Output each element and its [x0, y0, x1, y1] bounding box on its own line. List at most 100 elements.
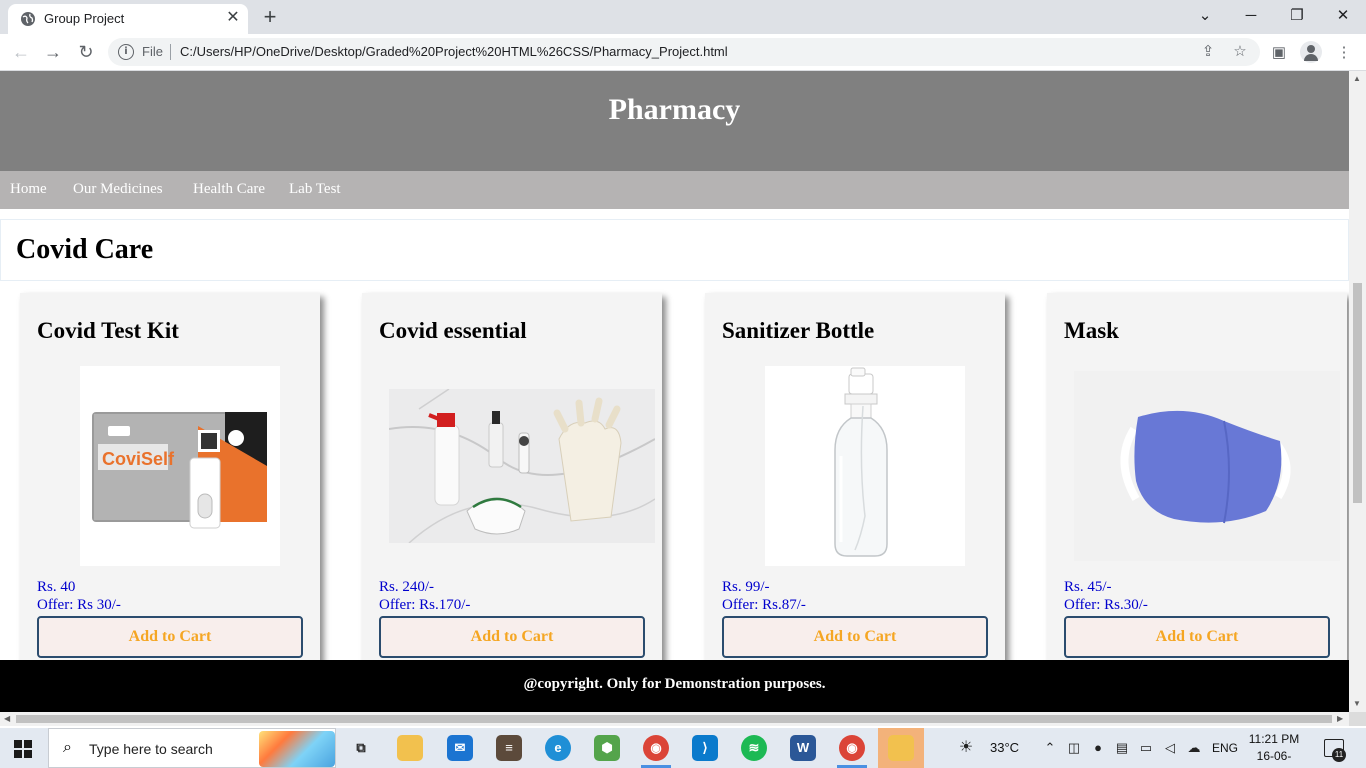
scroll-down-icon[interactable]: ▼	[1353, 699, 1361, 708]
chrome-window-icon[interactable]: ◉	[839, 735, 865, 761]
url-text[interactable]: C:/Users/HP/OneDrive/Desktop/Graded%20Pr…	[180, 44, 728, 59]
reload-icon[interactable]: ↻	[74, 41, 98, 63]
photos-icon[interactable]	[888, 735, 914, 761]
vertical-scrollbar[interactable]: ▲ ▼	[1349, 71, 1366, 712]
footer-text: @copyright. Only for Demonstration purpo…	[523, 676, 826, 692]
mail-icon[interactable]: ✉	[447, 735, 473, 761]
network-icon[interactable]: ▤	[1114, 740, 1130, 756]
browser-toolbar: ← → ↻ i File C:/Users/HP/OneDrive/Deskto…	[0, 34, 1366, 71]
minimize-icon[interactable]: ─	[1239, 5, 1263, 27]
site-title: Pharmacy	[608, 93, 741, 126]
product-offer: Offer: Rs.87/-	[722, 597, 806, 613]
search-icon: ⌕	[63, 739, 72, 756]
product-price: Rs. 40	[37, 579, 76, 595]
product-name: Covid Test Kit	[37, 318, 179, 343]
product-card: Covid Test Kit CoviSelf Rs. 40 Offer: Rs…	[20, 293, 320, 673]
site-footer: @copyright. Only for Demonstration purpo…	[0, 660, 1349, 712]
product-price: Rs. 240/-	[379, 579, 435, 595]
url-scheme-label: File	[142, 44, 163, 59]
page-viewport: Pharmacy Home Our Medicines Health Care …	[0, 71, 1349, 712]
product-offer: Offer: Rs 30/-	[37, 597, 121, 613]
product-card: Sanitizer Bottle Rs. 99/- Offer: Rs.87/-…	[705, 293, 1005, 673]
archive-app-icon[interactable]: ≡	[496, 735, 522, 761]
address-bar[interactable]: i File C:/Users/HP/OneDrive/Desktop/Grad…	[108, 38, 1260, 66]
more-menu-icon[interactable]: ⋮	[1333, 42, 1355, 64]
url-separator	[170, 44, 171, 60]
horizontal-scrollbar[interactable]: ◀ ▶	[0, 712, 1349, 726]
weather-icon[interactable]: ☀	[958, 740, 974, 756]
share-icon[interactable]: ⇪	[1198, 42, 1218, 62]
info-icon[interactable]: i	[118, 44, 134, 60]
mask-image	[1074, 371, 1340, 561]
microphone-icon[interactable]: ●	[1090, 740, 1106, 756]
globe-icon	[21, 12, 35, 26]
product-name: Covid essential	[379, 318, 527, 343]
taskbar: ⌕ Type here to search ⧉ ✉ ≡ e ⬢ ◉ ⟩ ≋ W …	[0, 728, 1366, 768]
forward-arrow-icon[interactable]: →	[41, 41, 65, 63]
volume-icon[interactable]: ◁	[1162, 740, 1178, 756]
back-arrow-icon[interactable]: ←	[9, 41, 33, 63]
close-window-icon[interactable]: ✕	[1331, 5, 1355, 27]
vscode-icon[interactable]: ⟩	[692, 735, 718, 761]
taskbar-search[interactable]: ⌕ Type here to search	[48, 728, 336, 768]
horizontal-scroll-thumb[interactable]	[16, 715, 1332, 723]
tab-title: Group Project	[44, 11, 125, 26]
language-indicator[interactable]: ENG	[1212, 741, 1238, 755]
site-nav: Home Our Medicines Health Care Lab Test	[0, 171, 1349, 209]
search-placeholder: Type here to search	[89, 741, 213, 757]
product-price: Rs. 99/-	[722, 579, 770, 595]
restore-icon[interactable]: ❐	[1285, 5, 1309, 27]
star-icon[interactable]: ☆	[1230, 42, 1250, 62]
spotify-icon[interactable]: ≋	[741, 735, 767, 761]
product-card: Covid essential Rs. 240/- Offer: Rs.170/…	[362, 293, 662, 673]
coviself-logo-text: CoviSelf	[102, 449, 175, 469]
scroll-up-icon[interactable]: ▲	[1353, 74, 1361, 83]
site-header: Pharmacy	[0, 71, 1349, 171]
nav-link-health-care[interactable]: Health Care	[193, 181, 265, 198]
product-price: Rs. 45/-	[1064, 579, 1112, 595]
browser-tab[interactable]: Group Project ✕	[8, 4, 248, 34]
scrollbar-corner	[1349, 712, 1366, 726]
word-icon[interactable]: W	[790, 735, 816, 761]
side-panel-icon[interactable]: ▣	[1268, 42, 1290, 64]
notification-count: 11	[1332, 748, 1346, 762]
product-name: Mask	[1064, 318, 1119, 343]
chevron-up-icon[interactable]: ⌃	[1042, 740, 1058, 756]
file-explorer-icon[interactable]	[397, 735, 423, 761]
section-title: Covid Care	[16, 234, 154, 265]
edge-browser-icon[interactable]: e	[545, 735, 571, 761]
product-offer: Offer: Rs.170/-	[379, 597, 471, 613]
clock-time: 11:21 PM	[1248, 732, 1300, 746]
product-card: Mask Rs. 45/- Offer: Rs.30/- Add to Cart	[1047, 293, 1347, 673]
sanitizer-bottle-image	[765, 366, 965, 566]
windows-start-icon[interactable]	[14, 740, 32, 758]
nav-link-our-medicines[interactable]: Our Medicines	[73, 181, 163, 198]
scroll-right-icon[interactable]: ▶	[1337, 714, 1343, 723]
clock[interactable]: 11:21 PM 16-06-2023	[1244, 731, 1304, 768]
new-tab-icon[interactable]: +	[258, 6, 282, 30]
scroll-left-icon[interactable]: ◀	[4, 714, 10, 723]
meet-now-icon[interactable]: ◫	[1066, 740, 1082, 756]
add-to-cart-button[interactable]: Add to Cart	[722, 616, 988, 658]
battery-icon[interactable]: ▭	[1138, 740, 1154, 756]
covid-test-kit-image: CoviSelf	[80, 366, 280, 566]
browser-tabstrip: Group Project ✕ + ⌄ ─ ❐ ✕	[0, 0, 1366, 34]
chrome-icon[interactable]: ◉	[643, 735, 669, 761]
task-view-icon[interactable]: ⧉	[348, 735, 374, 761]
clock-date: 16-06-2023	[1256, 749, 1292, 768]
nodejs-icon[interactable]: ⬢	[594, 735, 620, 761]
add-to-cart-button[interactable]: Add to Cart	[37, 616, 303, 658]
vertical-scroll-thumb[interactable]	[1353, 283, 1362, 503]
product-offer: Offer: Rs.30/-	[1064, 597, 1148, 613]
profile-avatar-icon[interactable]	[1300, 41, 1322, 63]
nav-link-lab-test[interactable]: Lab Test	[289, 181, 341, 198]
chevron-down-icon[interactable]: ⌄	[1193, 5, 1217, 27]
search-highlight-image	[259, 731, 335, 767]
add-to-cart-button[interactable]: Add to Cart	[379, 616, 645, 658]
weather-temperature[interactable]: 33°C	[990, 740, 1019, 755]
section-header: Covid Care	[0, 219, 1349, 281]
onedrive-cloud-icon[interactable]: ☁	[1186, 740, 1202, 756]
close-tab-icon[interactable]: ✕	[224, 9, 242, 27]
add-to-cart-button[interactable]: Add to Cart	[1064, 616, 1330, 658]
nav-link-home[interactable]: Home	[10, 181, 47, 198]
